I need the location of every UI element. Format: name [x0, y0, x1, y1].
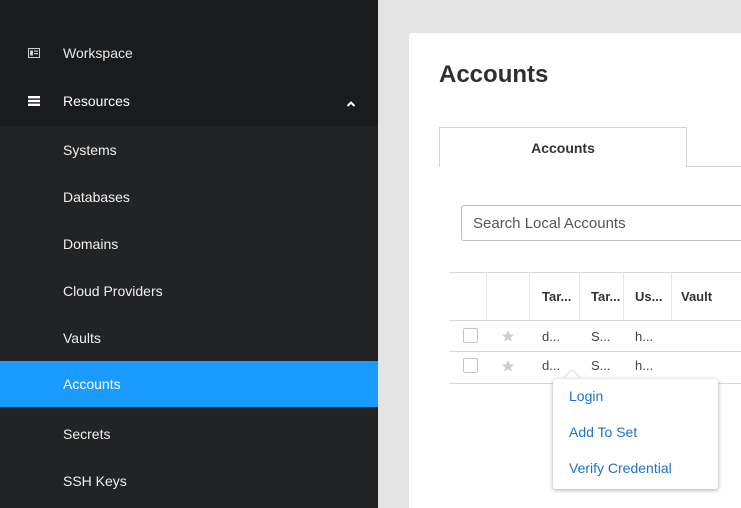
sidebar-item-systems[interactable]: Systems [0, 126, 378, 173]
column-divider [486, 272, 487, 320]
menu-item-add-to-set[interactable]: Add To Set [569, 424, 637, 440]
column-header[interactable]: Vault [681, 272, 712, 320]
table-divider [449, 351, 741, 352]
column-header[interactable]: Tar... [542, 272, 571, 320]
table-divider [449, 320, 741, 321]
sidebar-item-label: Resources [63, 93, 130, 109]
menu-item-verify-credential[interactable]: Verify Credential [569, 460, 672, 476]
tab-accounts[interactable]: Accounts [439, 127, 687, 167]
column-header[interactable]: Us... [635, 272, 662, 320]
chevron-up-icon[interactable] [346, 96, 356, 107]
table-cell: S... [591, 329, 611, 344]
sidebar-item-accounts[interactable]: Accounts [0, 361, 378, 407]
table-cell: h... [635, 329, 654, 344]
sidebar-item-label: Systems [63, 141, 117, 158]
star-icon[interactable] [501, 359, 515, 373]
column-divider [579, 272, 580, 320]
sidebar-item-workspace[interactable]: Workspace [0, 30, 378, 76]
sidebar-item-databases[interactable]: Databases [0, 173, 378, 220]
sidebar-item-domains[interactable]: Domains [0, 220, 378, 267]
table-cell: d... [542, 329, 561, 344]
row-checkbox[interactable] [463, 358, 478, 373]
sidebar-item-ssh-keys[interactable]: SSH Keys [0, 457, 378, 504]
page-title: Accounts [439, 61, 549, 88]
table-cell: S... [591, 358, 611, 373]
sidebar-item-cloud-providers[interactable]: Cloud Providers [0, 267, 378, 314]
sidebar: Workspace Resources Systems Databases Do… [0, 0, 378, 508]
sidebar-item-label: Accounts [63, 376, 121, 392]
workspace-icon [27, 46, 41, 60]
list-icon [27, 94, 41, 108]
sidebar-item-label: Domains [63, 235, 119, 252]
sidebar-item-label: Cloud Providers [63, 282, 163, 299]
column-divider [529, 272, 530, 320]
sidebar-item-vaults[interactable]: Vaults [0, 314, 378, 361]
row-action-menu: Login Add To Set Verify Credential [553, 379, 718, 489]
menu-item-login[interactable]: Login [569, 388, 603, 404]
star-icon[interactable] [501, 329, 515, 343]
sidebar-item-label: SSH Keys [63, 472, 127, 489]
row-checkbox[interactable] [463, 328, 478, 343]
column-divider [671, 272, 672, 320]
sidebar-item-label: Vaults [63, 329, 101, 346]
sidebar-item-secrets[interactable]: Secrets [0, 410, 378, 457]
tab-divider-cover [440, 166, 686, 167]
sidebar-item-label: Secrets [63, 425, 111, 442]
sidebar-item-label: Workspace [63, 45, 133, 61]
sidebar-item-resources[interactable]: Resources [0, 78, 378, 124]
table-cell: d... [542, 358, 561, 373]
column-header[interactable]: Tar... [591, 272, 620, 320]
column-divider [623, 272, 624, 320]
search-input[interactable] [461, 205, 741, 241]
table-cell: h... [635, 358, 654, 373]
sidebar-item-label: Databases [63, 188, 130, 205]
